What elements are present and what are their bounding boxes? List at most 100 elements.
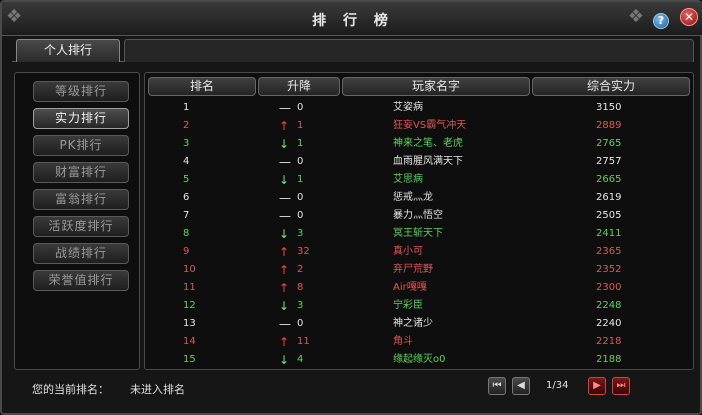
change-cell: 0	[297, 156, 304, 167]
table-row[interactable]: 3 ↓ 1 神来之笔、老虎 2765	[145, 135, 693, 153]
table-row[interactable]: 1 — 0 艾姿病 3150	[145, 99, 693, 117]
down-arrow-icon: ↓	[279, 137, 290, 151]
flat-arrow-icon: —	[279, 317, 291, 331]
player-name-cell: 神之诸少	[393, 318, 433, 329]
change-cell: 3	[297, 300, 304, 311]
change-cell: 0	[297, 318, 304, 329]
table-row[interactable]: 6 — 0 惩戒灬龙 2619	[145, 189, 693, 207]
change-cell: 32	[297, 246, 310, 257]
header-change[interactable]: 升降	[258, 77, 340, 96]
category-button[interactable]: 财富排行	[33, 162, 129, 183]
player-name-cell: 缘起缘灭o0	[393, 354, 446, 365]
change-cell: 1	[297, 138, 304, 149]
flat-arrow-icon: —	[279, 101, 291, 115]
power-cell: 2505	[596, 210, 622, 221]
table-row[interactable]: 5 ↓ 1 艾思病 2665	[145, 171, 693, 189]
player-name-cell: 神来之笔、老虎	[393, 138, 463, 149]
power-cell: 2240	[596, 318, 622, 329]
up-arrow-icon: ↑	[279, 335, 290, 349]
category-button[interactable]: 实力排行	[33, 108, 129, 129]
rank-cell: 7	[183, 210, 190, 221]
ranking-window: ❖ 排 行 榜 ❖ ? ✕ 个人排行 等级排行实力排行 PK排行财富排行富翁排行活…	[0, 0, 702, 415]
up-arrow-icon: ↑	[279, 263, 290, 277]
close-button[interactable]: ✕	[680, 8, 698, 26]
up-arrow-icon: ↑	[279, 281, 290, 295]
table-row[interactable]: 2 ↑ 1 狂妄VS霸气冲天 2889	[145, 117, 693, 135]
power-cell: 2188	[596, 354, 622, 365]
change-cell: 1	[297, 174, 304, 185]
table-row[interactable]: 13 — 0 神之诸少 2240	[145, 315, 693, 333]
current-rank-value: 未进入排名	[130, 383, 185, 396]
player-name-cell: Air嘎嘎	[393, 282, 427, 293]
header-player-name[interactable]: 玩家名字	[342, 77, 530, 96]
category-panel: 等级排行实力排行 PK排行财富排行富翁排行活跃度排行战绩排行荣誉值排行	[14, 72, 140, 370]
up-arrow-icon: ↑	[279, 245, 290, 259]
player-name-cell: 真小可	[393, 246, 423, 257]
rank-cell: 9	[183, 246, 190, 257]
change-cell: 11	[297, 336, 310, 347]
down-arrow-icon: ↓	[279, 299, 290, 313]
tab-personal-ranking[interactable]: 个人排行	[16, 39, 120, 62]
down-arrow-icon: ↓	[279, 173, 290, 187]
rank-cell: 6	[183, 192, 190, 203]
table-row[interactable]: 9 ↑ 32 真小可 2365	[145, 243, 693, 261]
table-row[interactable]: 11 ↑ 8 Air嘎嘎 2300	[145, 279, 693, 297]
player-name-cell: 血雨腥风满天下	[393, 156, 463, 167]
player-name-cell: 狂妄VS霸气冲天	[393, 120, 467, 131]
change-cell: 0	[297, 102, 304, 113]
player-name-cell: 角斗	[393, 336, 413, 347]
next-page-icon[interactable]: ▶	[588, 377, 606, 395]
category-button[interactable]: 富翁排行	[33, 189, 129, 210]
title-bar[interactable]: ❖ 排 行 榜 ❖	[2, 2, 702, 36]
power-cell: 2665	[596, 174, 622, 185]
flat-arrow-icon: —	[279, 191, 291, 205]
power-cell: 2300	[596, 282, 622, 293]
prev-page-icon[interactable]: ◀	[512, 377, 530, 395]
power-cell: 2411	[596, 228, 622, 239]
rank-cell: 2	[183, 120, 190, 131]
rank-cell: 12	[183, 300, 196, 311]
power-cell: 2889	[596, 120, 622, 131]
change-cell: 2	[297, 264, 304, 275]
table-row[interactable]: 14 ↑ 11 角斗 2218	[145, 333, 693, 351]
category-button[interactable]: 荣誉值排行	[33, 270, 129, 291]
right-wing-ornament: ❖	[627, 6, 644, 27]
change-cell: 8	[297, 282, 304, 293]
header-power[interactable]: 综合实力	[532, 77, 690, 96]
power-cell: 2218	[596, 336, 622, 347]
help-button[interactable]: ?	[653, 13, 669, 29]
change-cell: 0	[297, 210, 304, 221]
rank-cell: 8	[183, 228, 190, 239]
down-arrow-icon: ↓	[279, 353, 290, 367]
table-row[interactable]: 8 ↓ 3 冥王斩天下 2411	[145, 225, 693, 243]
change-cell: 3	[297, 228, 304, 239]
table-row[interactable]: 10 ↑ 2 弃尸荒野 2352	[145, 261, 693, 279]
category-button[interactable]: 等级排行	[33, 81, 129, 102]
tab-bar-filler	[124, 39, 694, 62]
power-cell: 2619	[596, 192, 622, 203]
table-row[interactable]: 15 ↓ 4 缘起缘灭o0 2188	[145, 351, 693, 369]
rank-cell: 4	[183, 156, 190, 167]
table-row[interactable]: 7 — 0 暴力灬悟空 2505	[145, 207, 693, 225]
last-page-icon[interactable]: ⏭	[612, 377, 630, 395]
power-cell: 2365	[596, 246, 622, 257]
power-cell: 2765	[596, 138, 622, 149]
category-button[interactable]: 活跃度排行	[33, 216, 129, 237]
power-cell: 2757	[596, 156, 622, 167]
first-page-icon[interactable]: ⏮	[488, 377, 506, 395]
category-button[interactable]: PK排行	[33, 135, 129, 156]
rank-cell: 3	[183, 138, 190, 149]
category-button[interactable]: 战绩排行	[33, 243, 129, 264]
player-name-cell: 艾姿病	[393, 102, 423, 113]
rank-cell: 13	[183, 318, 196, 329]
power-cell: 2248	[596, 300, 622, 311]
player-name-cell: 宁彩臣	[393, 300, 423, 311]
flat-arrow-icon: —	[279, 155, 291, 169]
table-row[interactable]: 4 — 0 血雨腥风满天下 2757	[145, 153, 693, 171]
table-row[interactable]: 12 ↓ 3 宁彩臣 2248	[145, 297, 693, 315]
page-indicator: 1/34	[546, 380, 569, 391]
header-rank[interactable]: 排名	[148, 77, 256, 96]
player-name-cell: 艾思病	[393, 174, 423, 185]
change-cell: 1	[297, 120, 304, 131]
rank-cell: 14	[183, 336, 196, 347]
